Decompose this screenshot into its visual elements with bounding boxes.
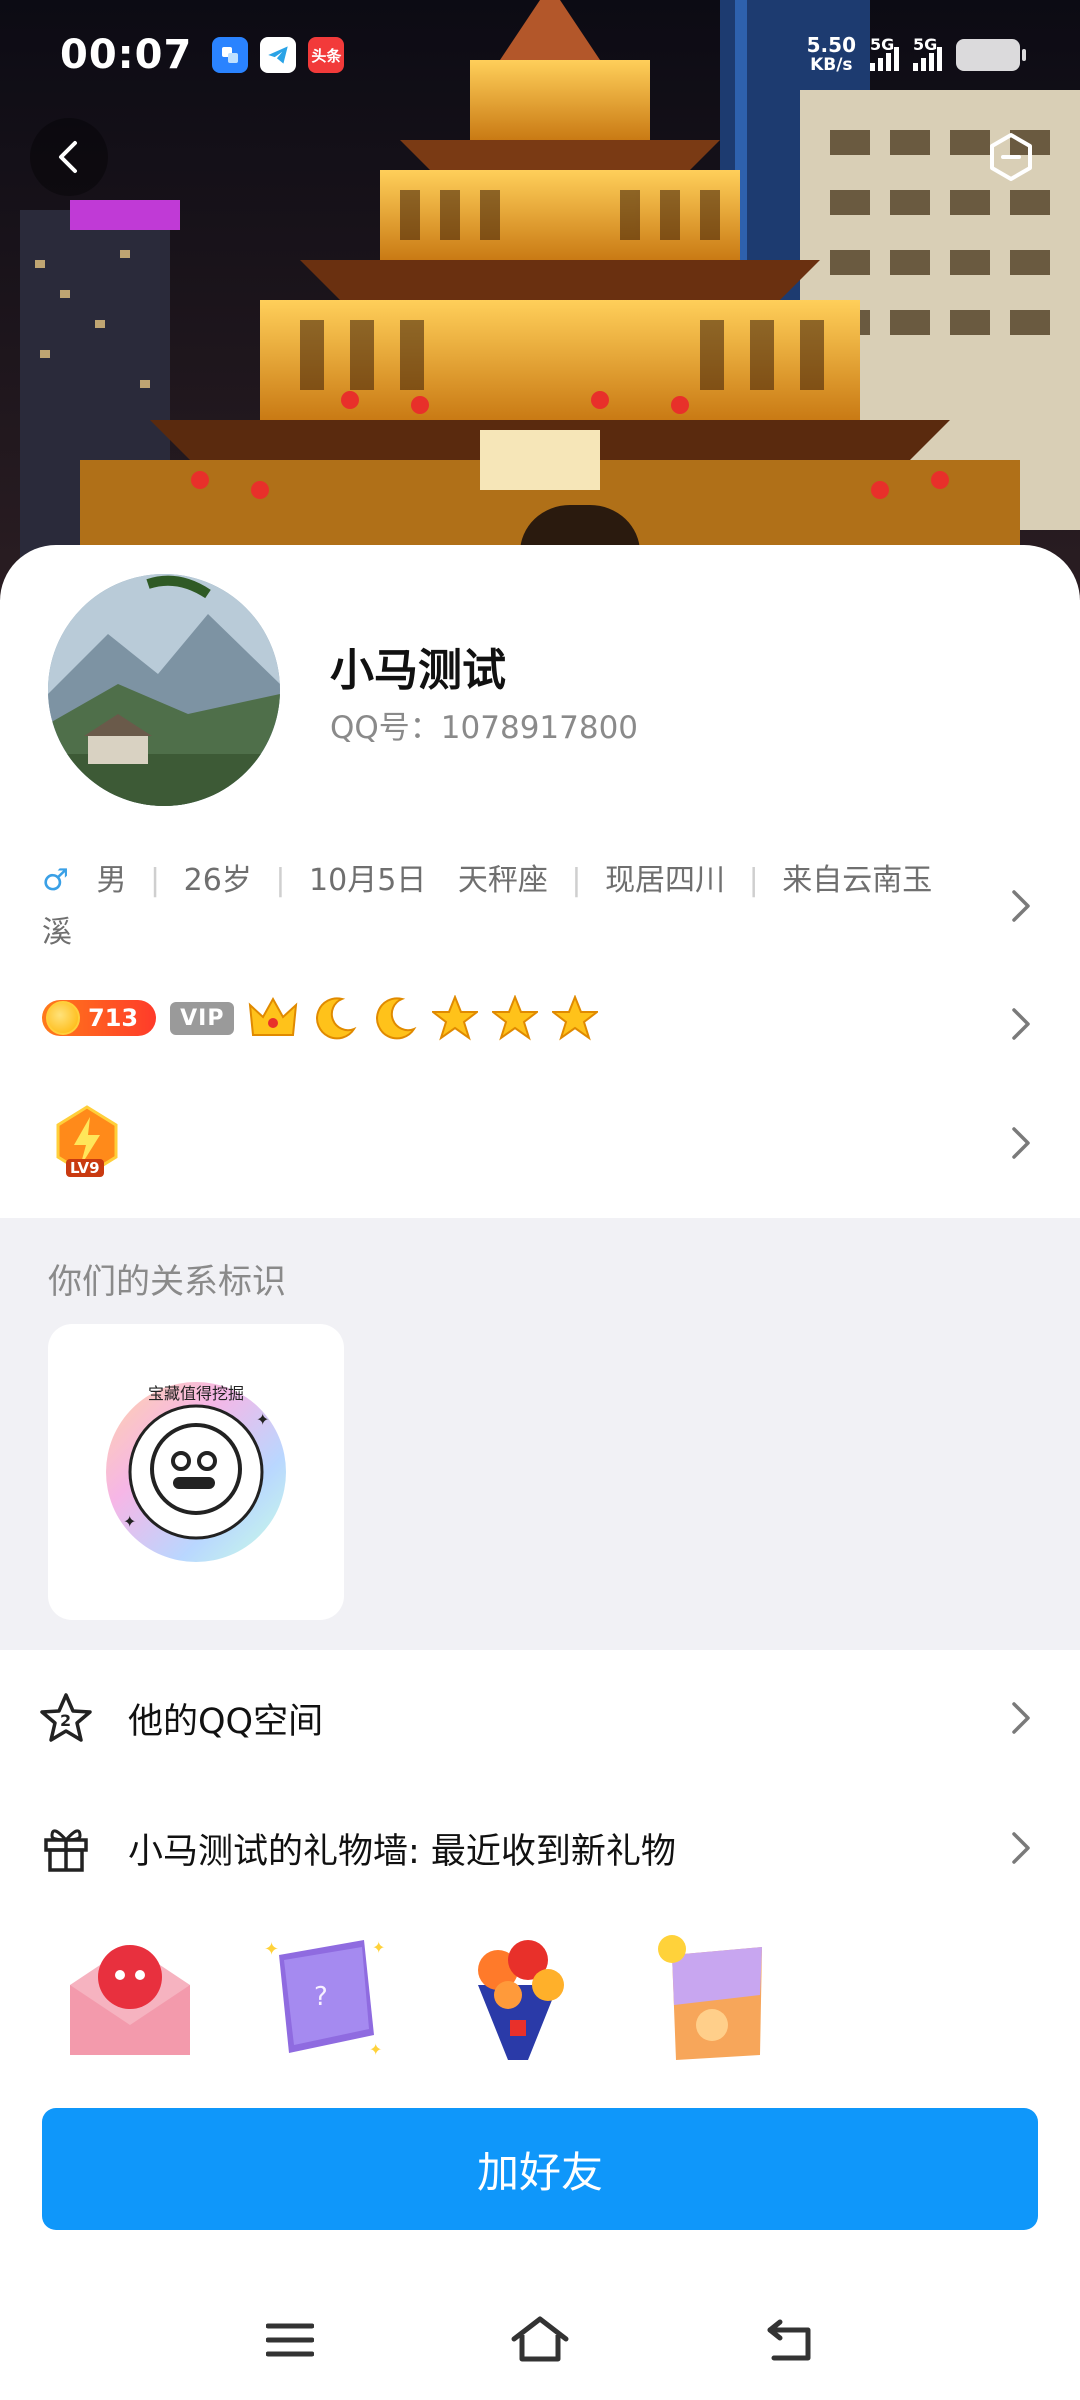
dessert-gift-icon[interactable] <box>642 1925 782 2065</box>
tim-icon <box>212 37 249 73</box>
magic-book-gift-icon[interactable]: ? ✦ ✦ ✦ <box>254 1925 394 2065</box>
qzone-entry[interactable]: 2 他的QQ空间 <box>0 1658 1080 1778</box>
moon-icon <box>316 997 357 1040</box>
chevron-right-icon[interactable] <box>1006 1698 1036 1738</box>
birthday-text: 10月5日 <box>309 863 427 898</box>
svg-text:?: ? <box>314 1982 328 2012</box>
relation-section: 你们的关系标识 宝藏值得挖掘 ✦ ✦ <box>0 1218 1080 1650</box>
svg-text:2: 2 <box>60 1711 71 1730</box>
more-options-button[interactable] <box>972 118 1050 196</box>
male-icon: ♂ <box>42 863 69 898</box>
back-arrow-icon <box>59 141 77 173</box>
coin-icon <box>46 1001 80 1035</box>
menu-button[interactable] <box>255 2310 325 2370</box>
hexagon-more-icon <box>990 133 1032 181</box>
coin-badge: 713 <box>42 1000 157 1036</box>
treasure-face-badge: 宝藏值得挖掘 ✦ ✦ <box>106 1382 286 1562</box>
gift-wall-entry[interactable]: 小马测试的礼物墙: 最近收到新礼物 <box>0 1788 1080 1908</box>
qq-number: QQ号：1078917800 <box>330 710 639 746</box>
menu-icon <box>266 2323 314 2357</box>
network-speed: 5.50 KB/s <box>807 35 856 75</box>
divider: | <box>275 863 286 898</box>
vip-badge: VIP <box>170 1001 235 1035</box>
telegram-icon <box>260 37 297 73</box>
svg-text:✦: ✦ <box>369 2040 382 2059</box>
network-speed-unit: KB/s <box>810 55 853 75</box>
relation-title: 你们的关系标识 <box>48 1262 286 1302</box>
gift-icon <box>44 1829 88 1872</box>
envelope-gift-icon[interactable] <box>60 1925 200 2065</box>
home-button[interactable] <box>505 2310 575 2370</box>
divider: | <box>150 863 161 898</box>
star-icon <box>552 995 599 1041</box>
avatar[interactable] <box>42 568 286 812</box>
home-icon <box>511 2316 569 2362</box>
chevron-right-icon[interactable] <box>1006 1004 1036 1044</box>
badges-row[interactable]: 713 VIP <box>42 995 599 1041</box>
status-app-icons: 头条 <box>212 37 345 73</box>
chevron-right-icon[interactable] <box>1006 886 1036 926</box>
lv9-badge[interactable]: LV9 <box>52 1105 122 1181</box>
zodiac-text: 天秤座 <box>457 863 548 898</box>
qzone-star-icon: 2 <box>40 1693 92 1742</box>
add-friend-button[interactable]: 加好友 <box>42 2108 1038 2230</box>
svg-text:✦: ✦ <box>264 1939 279 1960</box>
divider: | <box>748 863 759 898</box>
status-bar: 00:07 头条 5.50 KB/s 5G 5G <box>0 0 1080 110</box>
qzone-label: 他的QQ空间 <box>128 1701 324 1742</box>
basic-info[interactable]: ♂ 男 | 26岁 | 10月5日 天秤座 | 现居四川 | 来自云南玉溪 <box>42 855 962 959</box>
chevron-right-icon[interactable] <box>1006 1123 1036 1163</box>
coin-value: 713 <box>88 1004 139 1032</box>
status-time: 00:07 <box>60 32 193 78</box>
system-nav-bar <box>0 2280 1080 2400</box>
star-icon <box>492 995 539 1041</box>
star-icon <box>432 995 479 1041</box>
age-text: 26岁 <box>183 863 252 898</box>
avatar-landscape-image <box>48 574 280 806</box>
residence-text: 现居四川 <box>605 863 726 898</box>
badge-ring-text: 宝藏值得挖掘 <box>148 1384 244 1403</box>
lv-label: LV9 <box>66 1159 104 1177</box>
crown-icon <box>249 996 298 1036</box>
back-nav-button[interactable] <box>755 2310 825 2370</box>
battery-icon <box>956 39 1026 71</box>
status-indicators: 5.50 KB/s 5G 5G <box>807 35 1026 75</box>
svg-text:✦: ✦ <box>256 1410 269 1429</box>
divider: | <box>571 863 582 898</box>
gender-text: 男 <box>96 863 127 898</box>
bouquet-gift-icon[interactable] <box>448 1925 588 2065</box>
relation-badge-card[interactable]: 宝藏值得挖掘 ✦ ✦ <box>48 1324 344 1620</box>
gift-list: ? ✦ ✦ ✦ <box>60 1925 782 2065</box>
profile-page: 00:07 头条 5.50 KB/s 5G 5G 小马测试 QQ号：107891… <box>0 0 1080 2400</box>
back-button[interactable] <box>30 118 108 196</box>
return-icon <box>767 2319 811 2361</box>
svg-text:✦: ✦ <box>372 1938 385 1957</box>
svg-text:✦: ✦ <box>123 1512 136 1531</box>
moon-icon <box>376 997 417 1040</box>
signal-label-2: 5G <box>913 35 938 54</box>
signal-icon-2: 5G <box>913 35 942 71</box>
toutiao-icon: 头条 <box>308 37 345 73</box>
signal-label-1: 5G <box>870 35 895 54</box>
gift-wall-label: 小马测试的礼物墙: 最近收到新礼物 <box>128 1831 676 1872</box>
network-speed-value: 5.50 <box>806 33 856 57</box>
chevron-right-icon[interactable] <box>1006 1828 1036 1868</box>
profile-name: 小马测试 <box>330 645 506 696</box>
signal-icon-1: 5G <box>870 35 899 71</box>
